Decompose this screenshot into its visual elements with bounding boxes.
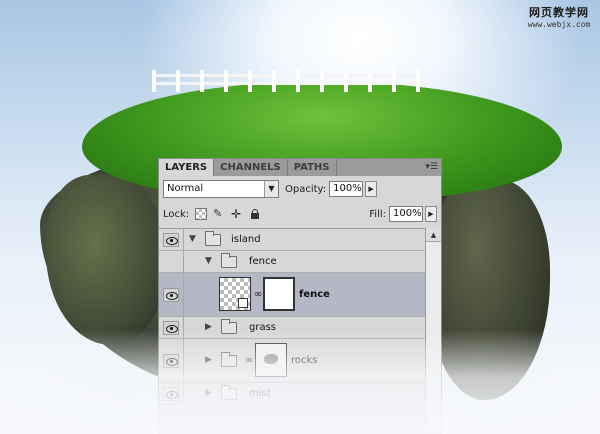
folder-icon — [221, 384, 237, 400]
layer-row-fence-group[interactable]: ▼ fence — [159, 251, 425, 273]
lock-transparent-pixels-icon[interactable] — [195, 208, 208, 220]
panel-menu-icon[interactable]: ▾☰ — [425, 162, 438, 172]
panel-tab-bar: LAYERS CHANNELS PATHS ▾☰ — [159, 159, 441, 176]
eye-icon[interactable] — [163, 320, 179, 335]
layer-row-mist[interactable]: ▶ mist — [159, 383, 425, 405]
folder-icon — [221, 318, 237, 334]
tab-channels[interactable]: CHANNELS — [214, 159, 288, 176]
layers-panel: LAYERS CHANNELS PATHS ▾☰ Normal ▼ Opacit… — [158, 158, 442, 434]
blend-opacity-row: Normal ▼ Opacity: 100% ▶ — [163, 180, 437, 198]
layer-row-island[interactable]: ▼ island — [159, 229, 425, 251]
smart-object-icon — [238, 298, 248, 308]
layer-row-rocks[interactable]: ▶ ∞ rocks — [159, 339, 425, 383]
eye-icon[interactable] — [163, 287, 179, 302]
lock-fill-row: Lock: ✎ ✛ Fill: 100% ▶ — [163, 206, 437, 222]
lock-label: Lock: — [163, 208, 190, 220]
opacity-label: Opacity: — [285, 183, 327, 195]
collapse-triangle-icon[interactable]: ▶ — [205, 388, 212, 398]
expand-triangle-icon[interactable]: ▼ — [189, 234, 196, 244]
eye-icon[interactable] — [163, 353, 179, 368]
lock-all-icon[interactable] — [249, 208, 261, 220]
layer-thumbnail — [219, 277, 251, 311]
opacity-input[interactable]: 100% — [329, 181, 364, 197]
opacity-slider-button[interactable]: ▶ — [365, 181, 378, 197]
layer-name: fence — [249, 255, 277, 267]
layer-list-scrollbar[interactable]: ▲ — [425, 228, 441, 433]
blend-mode-value: Normal — [167, 183, 204, 194]
layer-name: island — [231, 233, 261, 245]
layer-name: rocks — [291, 354, 318, 366]
layer-name: fence — [299, 288, 330, 300]
tab-paths[interactable]: PATHS — [288, 159, 337, 176]
fence-artwork — [152, 70, 424, 92]
fill-slider-button[interactable]: ▶ — [425, 206, 437, 222]
site-watermark: 网页教学网 www.webjx.com — [521, 4, 597, 29]
lock-image-pixels-icon[interactable]: ✎ — [213, 208, 225, 220]
eye-icon[interactable] — [163, 232, 179, 247]
scroll-up-icon[interactable]: ▲ — [426, 228, 441, 242]
eye-icon[interactable] — [163, 386, 179, 401]
chevron-down-icon[interactable]: ▼ — [264, 181, 278, 197]
watermark-title: 网页教学网 — [529, 6, 589, 19]
fill-label: Fill: — [369, 208, 386, 220]
expand-triangle-icon[interactable]: ▼ — [205, 256, 212, 266]
link-chain-icon[interactable]: ∞ — [245, 355, 253, 366]
folder-icon — [221, 351, 237, 367]
lock-position-icon[interactable]: ✛ — [231, 208, 243, 220]
layer-list: ▼ island ▼ fence ∞ fence ▶ grass ▶ ∞ roc… — [159, 228, 425, 433]
layer-row-grass[interactable]: ▶ grass — [159, 317, 425, 339]
folder-icon — [205, 230, 221, 246]
layer-name: grass — [249, 321, 277, 333]
collapse-triangle-icon[interactable]: ▶ — [205, 355, 212, 365]
layer-mask-thumbnail[interactable] — [263, 277, 295, 311]
fill-input[interactable]: 100% — [389, 206, 423, 222]
layer-mask-thumbnail[interactable] — [255, 343, 287, 377]
blend-mode-select[interactable]: Normal ▼ — [163, 180, 279, 198]
link-chain-icon[interactable]: ∞ — [254, 289, 262, 300]
watermark-url: www.webjx.com — [527, 20, 591, 29]
layer-row-fence[interactable]: ∞ fence — [159, 273, 425, 317]
layer-name: mist — [249, 387, 271, 399]
collapse-triangle-icon[interactable]: ▶ — [205, 322, 212, 332]
folder-icon — [221, 252, 237, 268]
tab-layers[interactable]: LAYERS — [159, 159, 215, 176]
